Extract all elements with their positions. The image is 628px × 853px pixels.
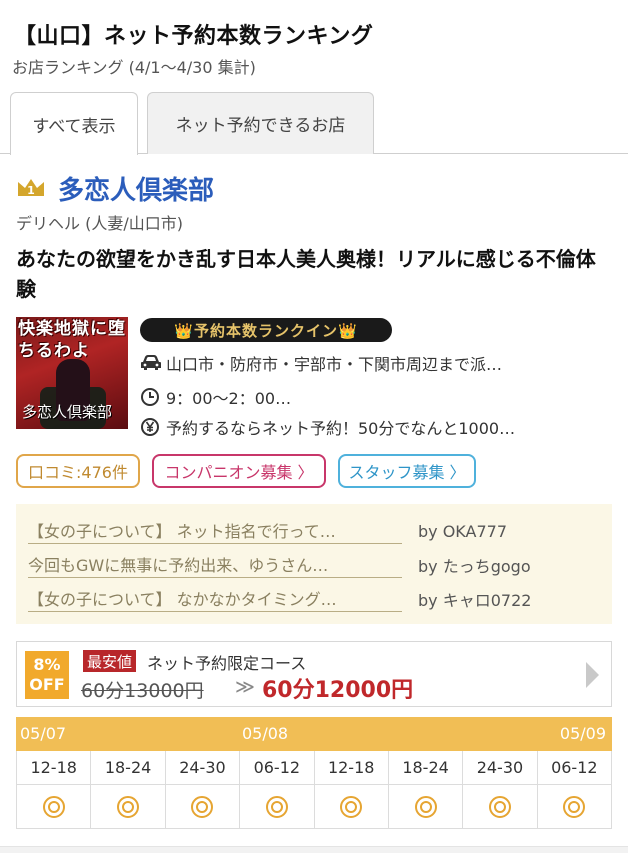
thumbnail-caption: 快楽地獄に堕ちるわよ [18,319,126,361]
available-double-circle-icon [117,795,140,818]
section-divider [0,846,628,853]
tab-net-reservation[interactable]: ネット予約できるお店 [147,92,374,154]
shop-genre: デリヘル (人妻/山口市) [16,214,183,233]
available-double-circle-icon [340,795,363,818]
rank-number: 1 [27,184,35,197]
hours-text: 9：00〜2：00… [166,389,292,408]
time-slot-label: 24-30 [165,751,241,785]
available-double-circle-icon [42,795,65,818]
course-name: ネット予約限定コース [147,654,307,673]
service-area-text: 山口市・防府市・宇部市・下関市周辺まで派… [166,355,503,374]
review-author: by OKA777 [418,521,507,541]
staff-recruit-button[interactable]: スタッフ募集 〉 [338,454,476,488]
review-item[interactable]: 【女の子について】 なかなかタイミング… by キャロ0722 [28,586,608,612]
available-double-circle-icon [563,795,586,818]
schedule-date: 05/08 [242,724,289,743]
thumbnail-brand: 多恋人倶楽部 [22,403,113,421]
review-list: 【女の子について】 ネット指名で行って… by OKA777 今回もGWに無事に… [16,504,612,624]
schedule-date-header: 05/07 05/08 05/09 [16,717,612,751]
available-double-circle-icon [191,795,214,818]
time-slot-label: 18-24 [388,751,464,785]
hours-row: 9：00〜2：00… [140,384,620,410]
ranking-badge: 👑予約本数ランクイン👑 [140,318,392,342]
page-header: 【山口】ネット予約本数ランキング お店ランキング (4/1〜4/30 集計) [0,0,628,92]
time-slot-label: 24-30 [463,751,538,785]
schedule-table: 05/07 05/08 05/09 12-18 18-24 24-30 06-1… [16,717,612,829]
availability-cell[interactable] [463,785,538,829]
discount-percent: 8% [33,655,61,674]
crown-rank-icon: 1 [18,179,44,197]
availability-cell[interactable] [240,785,315,829]
available-double-circle-icon [414,795,437,818]
availability-cell[interactable] [91,785,166,829]
time-slot-label: 06-12 [240,751,315,785]
page-title: 【山口】ネット予約本数ランキング [14,24,374,49]
clock-icon [140,387,166,407]
tab-bar: すべて表示 ネット予約できるお店 [0,92,628,155]
discounted-price: 60分12000円 [262,678,414,703]
availability-cell[interactable] [165,785,241,829]
review-author: by キャロ0722 [418,591,532,610]
price-note-row: 予約するならネット予約！50分でなんと1000… [140,414,620,440]
discount-badge: 8% OFF [25,651,69,699]
price-arrow-icon: ≫ [235,676,255,698]
lowest-price-badge: 最安値 [83,650,137,672]
schedule-grid: 12-18 18-24 24-30 06-12 12-18 18-24 24-3… [16,751,612,829]
review-link[interactable]: 今回もGWに無事に予約出来、ゆうさん… [28,552,402,578]
review-author: by たっちgogo [418,557,531,576]
coupon-card[interactable]: 8% OFF 最安値 ネット予約限定コース 60分13000円 ≫ 60分120… [16,641,612,707]
time-slot-label: 18-24 [91,751,166,785]
price-note-text: 予約するならネット予約！50分でなんと1000… [166,419,516,438]
schedule-date: 05/09 [559,724,606,743]
review-link[interactable]: 【女の子について】 ネット指名で行って… [28,518,402,544]
time-slot-label: 12-18 [314,751,389,785]
review-item[interactable]: 【女の子について】 ネット指名で行って… by OKA777 [28,518,608,544]
available-double-circle-icon [488,795,511,818]
car-icon [140,354,166,372]
chevron-right-icon [586,662,599,688]
shop-thumbnail[interactable]: 快楽地獄に堕ちるわよ 多恋人倶楽部 [16,317,128,429]
availability-cell[interactable] [388,785,464,829]
yen-icon [140,417,166,437]
schedule-date: 05/07 [20,724,67,743]
original-price: 60分13000円 [81,680,204,702]
tab-all[interactable]: すべて表示 [10,92,138,155]
companion-recruit-button[interactable]: コンパニオン募集 〉 [152,454,326,488]
shop-heading: 1 多恋人倶楽部 [16,170,214,206]
page-subtitle: お店ランキング (4/1〜4/30 集計) [12,58,256,77]
review-link[interactable]: 【女の子について】 なかなかタイミング… [28,586,402,612]
availability-cell[interactable] [17,785,92,829]
time-slot-label: 06-12 [537,751,612,785]
shop-catchphrase[interactable]: あなたの欲望をかき乱す日本人美人奥様！リアルに感じる不倫体験 [16,244,612,304]
discount-off-label: OFF [29,675,65,694]
review-count-button[interactable]: 口コミ:476件 [16,454,140,488]
shop-name-link[interactable]: 多恋人倶楽部 [58,170,214,207]
availability-cell[interactable] [537,785,612,829]
review-item[interactable]: 今回もGWに無事に予約出来、ゆうさん… by たっちgogo [28,552,608,578]
available-double-circle-icon [265,795,288,818]
time-slot-label: 12-18 [17,751,92,785]
service-area-row: 山口市・防府市・宇部市・下関市周辺まで派… [140,350,620,376]
availability-cell[interactable] [314,785,389,829]
